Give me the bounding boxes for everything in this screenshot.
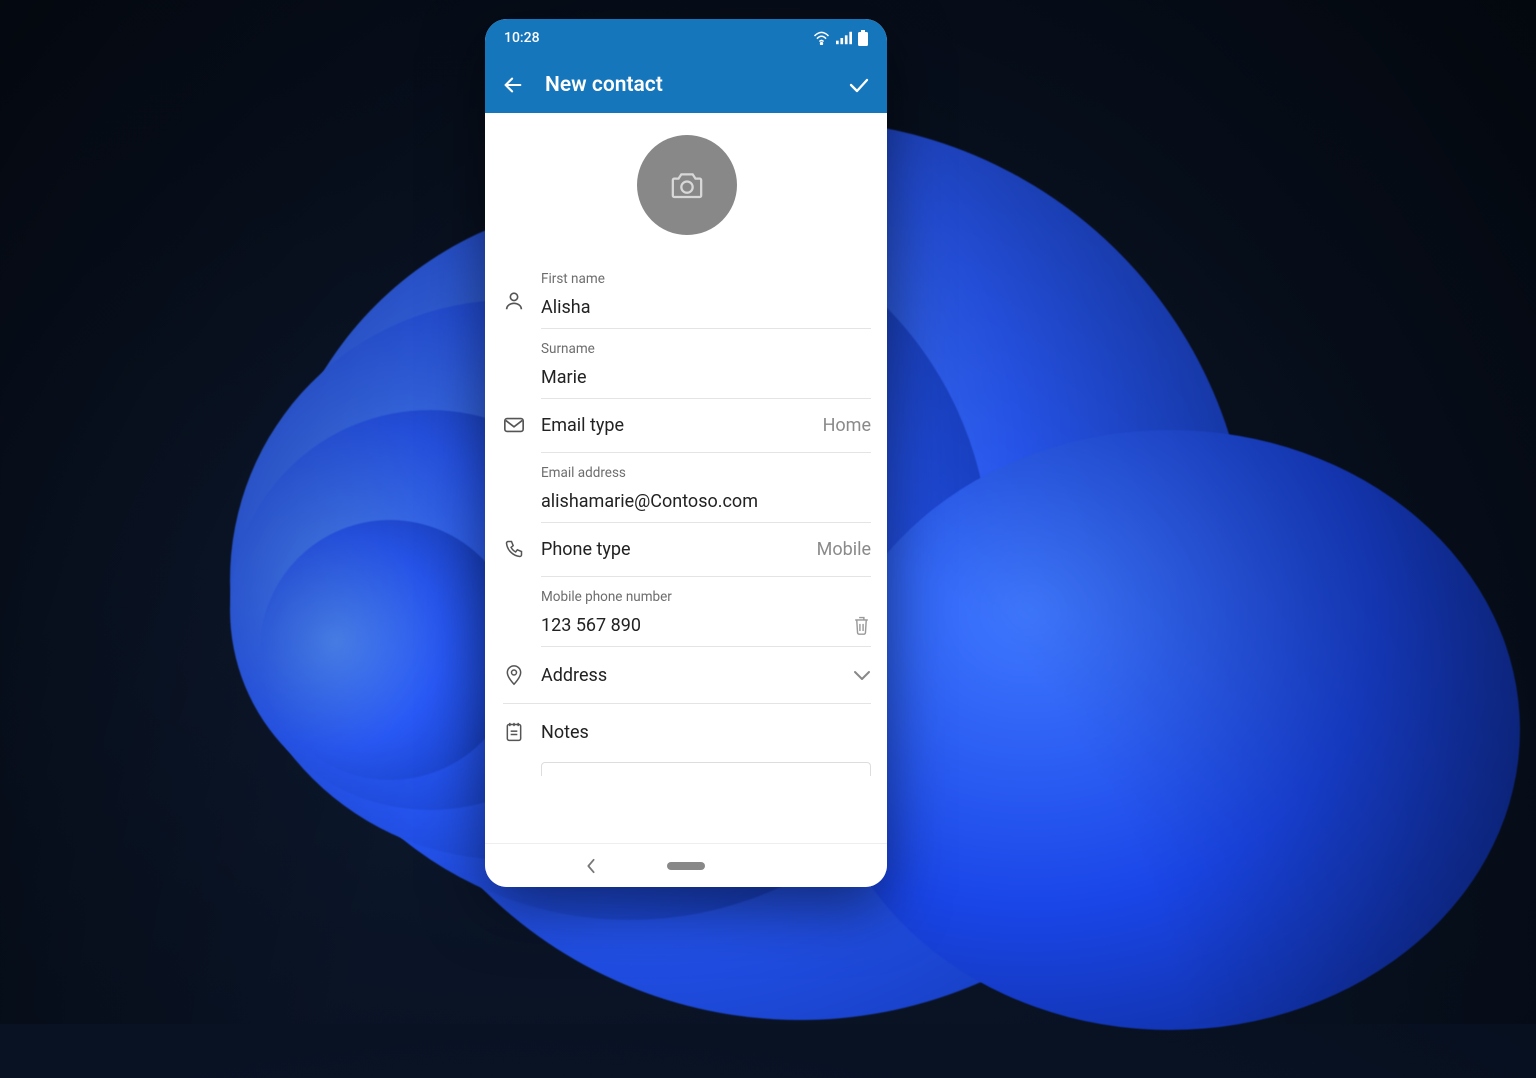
- first-name-input[interactable]: [541, 297, 871, 318]
- first-name-field[interactable]: First name: [541, 259, 871, 329]
- save-button[interactable]: [845, 71, 873, 99]
- system-back-button[interactable]: [585, 858, 597, 874]
- phone-icon: [503, 537, 525, 561]
- address-section[interactable]: Address: [503, 647, 871, 704]
- app-bar: New contact: [485, 57, 887, 113]
- status-bar: 10:28: [485, 19, 887, 57]
- phone-type-value: Mobile: [817, 539, 871, 560]
- chevron-left-icon: [585, 858, 597, 874]
- notes-input[interactable]: [541, 762, 871, 776]
- email-address-input[interactable]: [541, 491, 871, 512]
- status-time: 10:28: [504, 30, 540, 46]
- arrow-left-icon: [502, 74, 524, 96]
- delete-phone-button[interactable]: [852, 615, 871, 636]
- form-content: First name Surname Email type Home E: [485, 113, 887, 843]
- surname-label: Surname: [541, 341, 871, 357]
- system-home-pill[interactable]: [667, 862, 705, 870]
- surname-input[interactable]: [541, 367, 871, 388]
- address-label: Address: [541, 665, 837, 686]
- email-type-label: Email type: [541, 415, 624, 436]
- mobile-phone-input[interactable]: [541, 615, 842, 636]
- trash-icon: [852, 615, 871, 636]
- status-icons: [813, 30, 868, 46]
- add-photo-button[interactable]: [637, 135, 737, 235]
- camera-icon: [670, 170, 704, 200]
- email-address-label: Email address: [541, 465, 871, 481]
- surname-field[interactable]: Surname: [541, 329, 871, 399]
- chevron-down-icon: [853, 669, 871, 681]
- mobile-phone-field[interactable]: Mobile phone number: [541, 577, 871, 647]
- signal-icon: [836, 31, 852, 45]
- phone-type-label: Phone type: [541, 539, 631, 560]
- notes-label: Notes: [541, 722, 871, 743]
- first-name-label: First name: [541, 271, 871, 287]
- page-title: New contact: [545, 73, 827, 97]
- back-button[interactable]: [499, 71, 527, 99]
- mobile-phone-label: Mobile phone number: [541, 589, 871, 605]
- phone-type-selector[interactable]: Phone type Mobile: [541, 523, 871, 577]
- notes-section[interactable]: Notes: [503, 704, 871, 752]
- notes-icon: [503, 720, 525, 744]
- battery-icon: [858, 30, 868, 46]
- phone-frame: 10:28 New contact First name: [485, 19, 887, 887]
- email-type-value: Home: [823, 415, 871, 436]
- mail-icon: [503, 413, 525, 437]
- check-icon: [847, 73, 871, 97]
- system-nav-bar: [485, 843, 887, 887]
- email-type-selector[interactable]: Email type Home: [541, 399, 871, 453]
- location-icon: [503, 663, 525, 687]
- wifi-icon: [813, 31, 830, 45]
- person-icon: [503, 289, 525, 313]
- email-address-field[interactable]: Email address: [541, 453, 871, 523]
